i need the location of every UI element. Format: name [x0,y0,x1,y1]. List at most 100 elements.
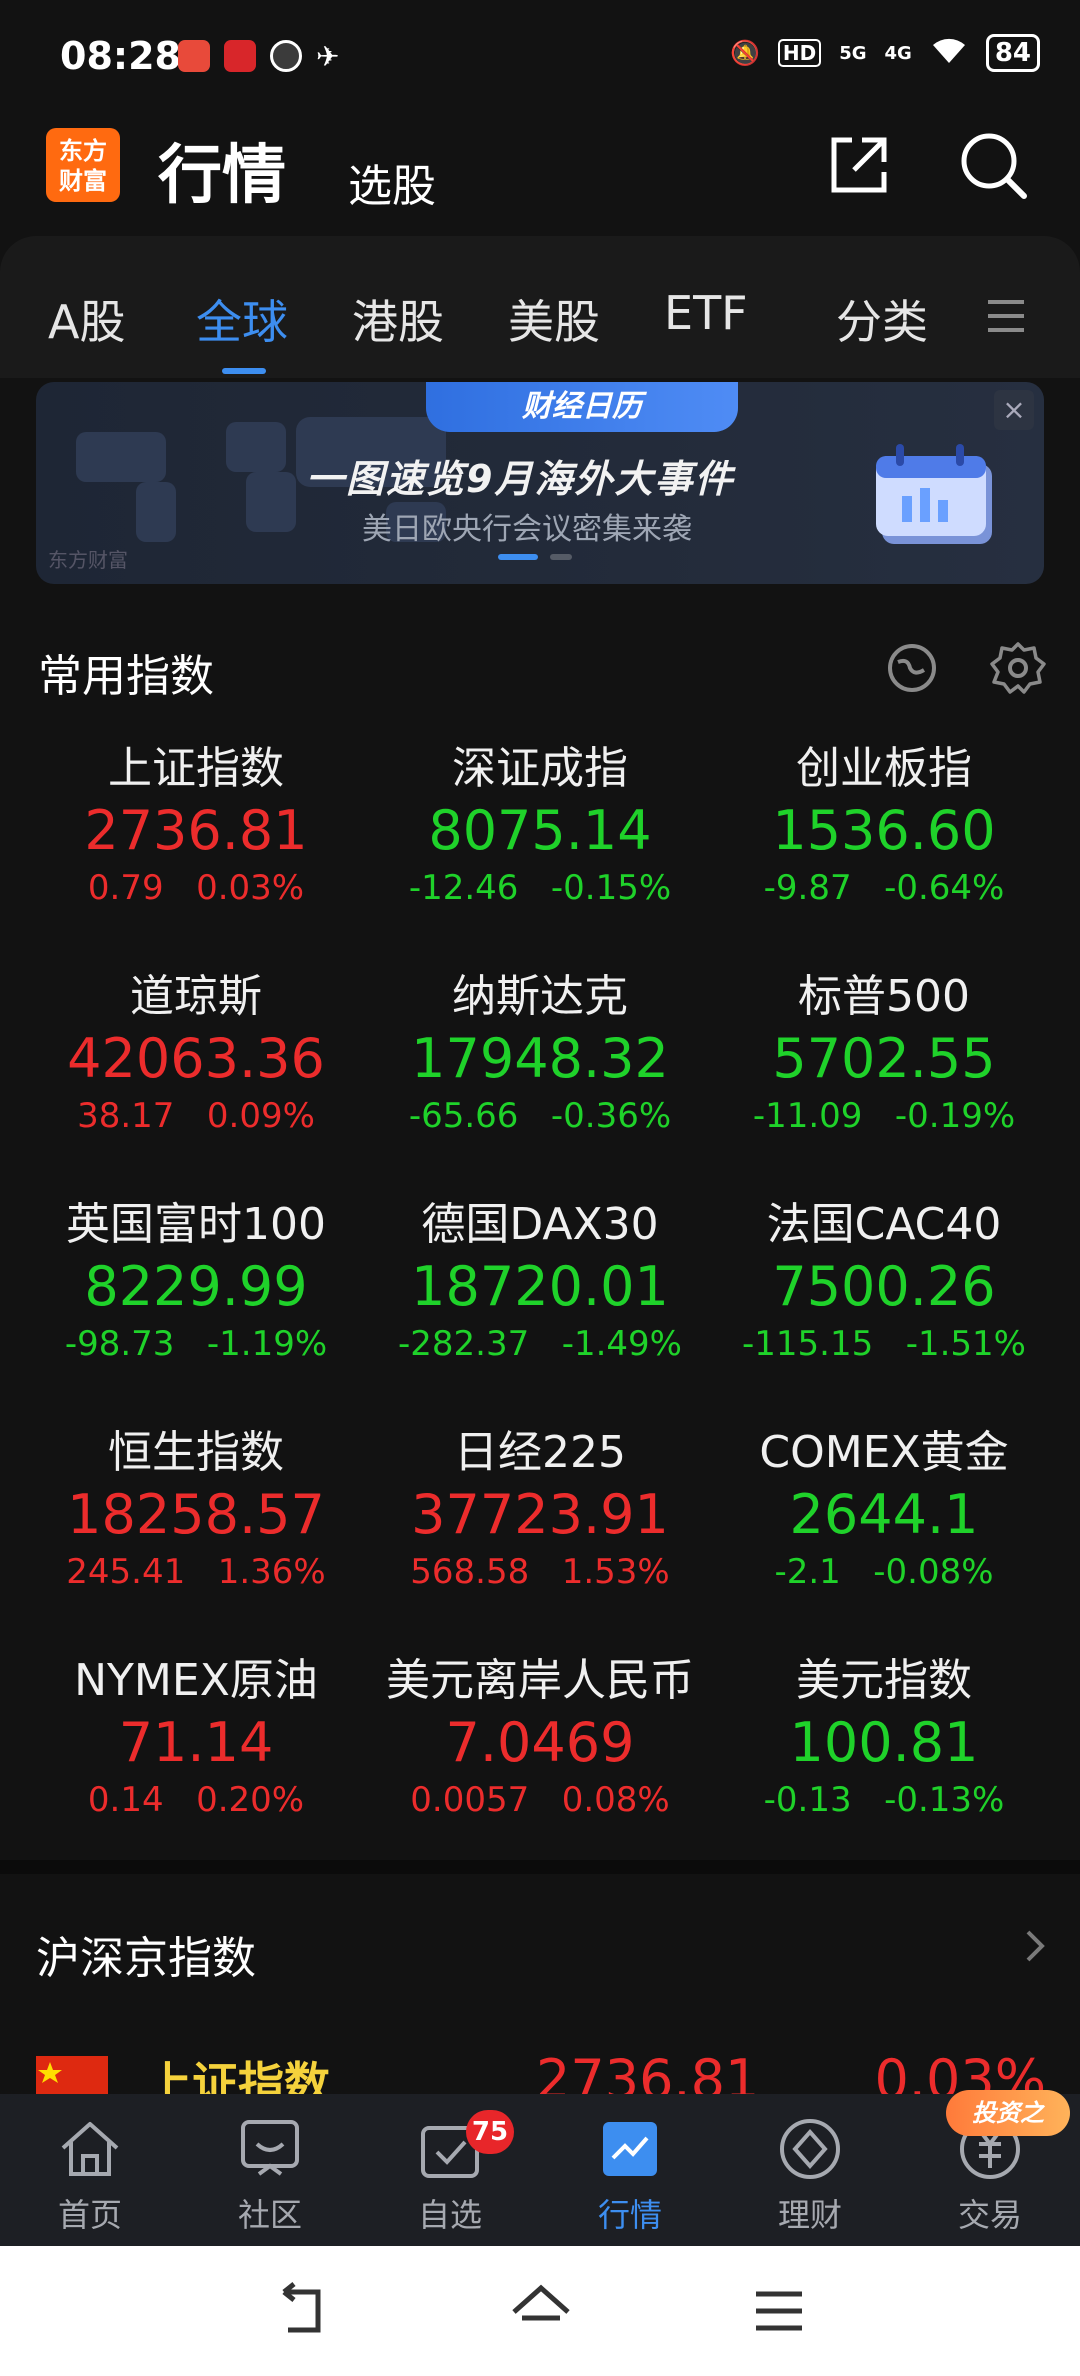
banner-watermark: 东方财富 [48,548,128,572]
nav-watchlist[interactable]: 75 自选 [370,2110,530,2236]
index-change-pct: 1.36% [217,1552,326,1592]
tab-etf[interactable]: ETF [664,286,748,340]
index-change-pct: 0.08% [561,1780,670,1820]
battery-indicator: 84 [985,34,1040,72]
index-change-pct: 0.03% [196,868,305,908]
index-price: 37723.91 [411,1483,669,1546]
index-price: 1536.60 [772,799,996,862]
search-icon[interactable] [956,128,1030,202]
banner-close-button[interactable]: × [994,390,1034,430]
index-card[interactable]: 恒生指数 18258.57 245.41 1.36% [26,1424,366,1596]
menu-icon[interactable] [986,296,1026,336]
common-indices-title: 常用指数 [38,651,214,702]
index-change-row: -282.37 -1.49% [370,1320,710,1368]
index-card[interactable]: 美元指数 100.81 -0.13 -0.13% [714,1652,1054,1824]
index-change: 0.14 [87,1780,164,1820]
index-price: 7500.26 [772,1255,996,1318]
back-icon[interactable] [268,2278,334,2344]
index-price: 71.14 [118,1711,274,1774]
chevron-right-icon[interactable] [1020,1926,1050,1966]
nav-wealth[interactable]: 理财 [730,2114,890,2236]
mute-icon: 🔕 [729,39,760,67]
index-card[interactable]: 德国DAX30 18720.01 -282.37 -1.49% [370,1196,710,1368]
market-tabs: A股 全球 港股 美股 ETF 分类 [0,236,1080,378]
index-card[interactable]: COMEX黄金 2644.1 -2.1 -0.08% [714,1424,1054,1596]
share-icon[interactable] [822,128,896,202]
index-price: 2736.81 [84,799,308,862]
index-change: 0.0057 [410,1780,530,1820]
nav-market[interactable]: 行情 [550,2114,710,2236]
nav-community[interactable]: 社区 [190,2114,350,2236]
tab-hk[interactable]: 港股 [352,286,444,352]
index-card[interactable]: 道琼斯 42063.36 38.17 0.09% [26,968,366,1140]
page-title: 行情 [158,139,286,213]
bottom-nav: 首页 社区 75 自选 行情 理财 交易 [0,2094,1080,2246]
logo-text: 东方 财富 [59,137,107,195]
index-card[interactable]: 深证成指 8075.14 -12.46 -0.15% [370,740,710,912]
index-change-row: -9.87 -0.64% [714,864,1054,912]
network-5g: 5G [839,42,867,64]
index-price: 7.0469 [445,1711,635,1774]
home-system-icon[interactable] [508,2278,574,2344]
index-card[interactable]: 创业板指 1536.60 -9.87 -0.64% [714,740,1054,912]
index-price: 42063.36 [67,1027,325,1090]
index-card[interactable]: 美元离岸人民币 7.0469 0.0057 0.08% [370,1652,710,1824]
home-icon [61,2122,119,2176]
index-change-pct: -1.51% [905,1324,1026,1364]
stock-picker-link[interactable]: 选股 [348,150,436,214]
index-price: 18258.57 [67,1483,325,1546]
index-change: -0.13 [763,1780,852,1820]
index-card[interactable]: NYMEX原油 71.14 0.14 0.20% [26,1652,366,1824]
index-change-pct: 0.20% [196,1780,305,1820]
index-change-row: -115.15 -1.51% [714,1320,1054,1368]
index-change-pct: 0.09% [206,1096,315,1136]
index-card[interactable]: 法国CAC40 7500.26 -115.15 -1.51% [714,1196,1054,1368]
index-change-row: 38.17 0.09% [26,1092,366,1140]
hsj-row[interactable]: 上证指数 2736.81 0.03% [36,2040,1046,2111]
hsj-indices-title[interactable]: 沪深京指数 [36,1922,256,1986]
index-change-row: 0.0057 0.08% [370,1776,710,1824]
index-name: 日经225 [454,1427,626,1478]
calendar-banner[interactable]: 财经日历 一图速览9月海外大事件 美日欧央行会议密集来袭 东方财富 × [36,382,1044,584]
index-card[interactable]: 日经225 37723.91 568.58 1.53% [370,1424,710,1596]
section-divider [0,1860,1080,1874]
index-change-row: -12.46 -0.15% [370,864,710,912]
recents-menu-icon[interactable] [746,2278,812,2344]
index-name: 恒生指数 [108,1427,284,1478]
nav-home[interactable]: 首页 [10,2114,170,2236]
index-name: 创业板指 [796,743,972,794]
index-change: -282.37 [398,1324,530,1364]
index-change: -65.66 [408,1096,519,1136]
index-card[interactable]: 上证指数 2736.81 0.79 0.03% [26,740,366,912]
globe-icon[interactable] [884,640,940,696]
banner-title: 一图速览9月海外大事件 [306,457,735,501]
banner-pagination [498,554,572,560]
index-name: 上证指数 [108,743,284,794]
index-name: 美元指数 [796,1655,972,1706]
status-notification-icons: ✈ [178,40,348,73]
index-name: 深证成指 [452,743,628,794]
status-bar: 08:28 ✈ 🔕 HD 5G 4G 84 [0,0,1080,110]
market-icon [603,2122,657,2176]
app-notification-icon [270,40,302,72]
index-card[interactable]: 纳斯达克 17948.32 -65.66 -0.36% [370,968,710,1140]
tab-category[interactable]: 分类 [836,286,928,352]
index-name: NYMEX原油 [74,1655,318,1706]
index-change-pct: -1.19% [206,1324,328,1364]
index-change-pct: 1.53% [561,1552,670,1592]
index-change-row: 0.14 0.20% [26,1776,366,1824]
index-card[interactable]: 英国富时100 8229.99 -98.73 -1.19% [26,1196,366,1368]
tab-a-share[interactable]: A股 [48,286,125,352]
tab-global[interactable]: 全球 [196,286,288,352]
index-change-pct: -0.08% [873,1552,994,1592]
app-notification-icon [178,40,210,72]
index-price: 100.81 [789,1711,979,1774]
index-card[interactable]: 标普500 5702.55 -11.09 -0.19% [714,968,1054,1140]
tab-us[interactable]: 美股 [508,286,600,352]
app-header: 东方 财富 行情 选股 [0,110,1080,230]
index-change-row: -11.09 -0.19% [714,1092,1054,1140]
promo-badge[interactable]: 投资之 [946,2090,1070,2136]
index-change-pct: -0.64% [884,868,1005,908]
wealth-icon [780,2119,840,2179]
settings-gear-icon[interactable] [990,640,1046,696]
